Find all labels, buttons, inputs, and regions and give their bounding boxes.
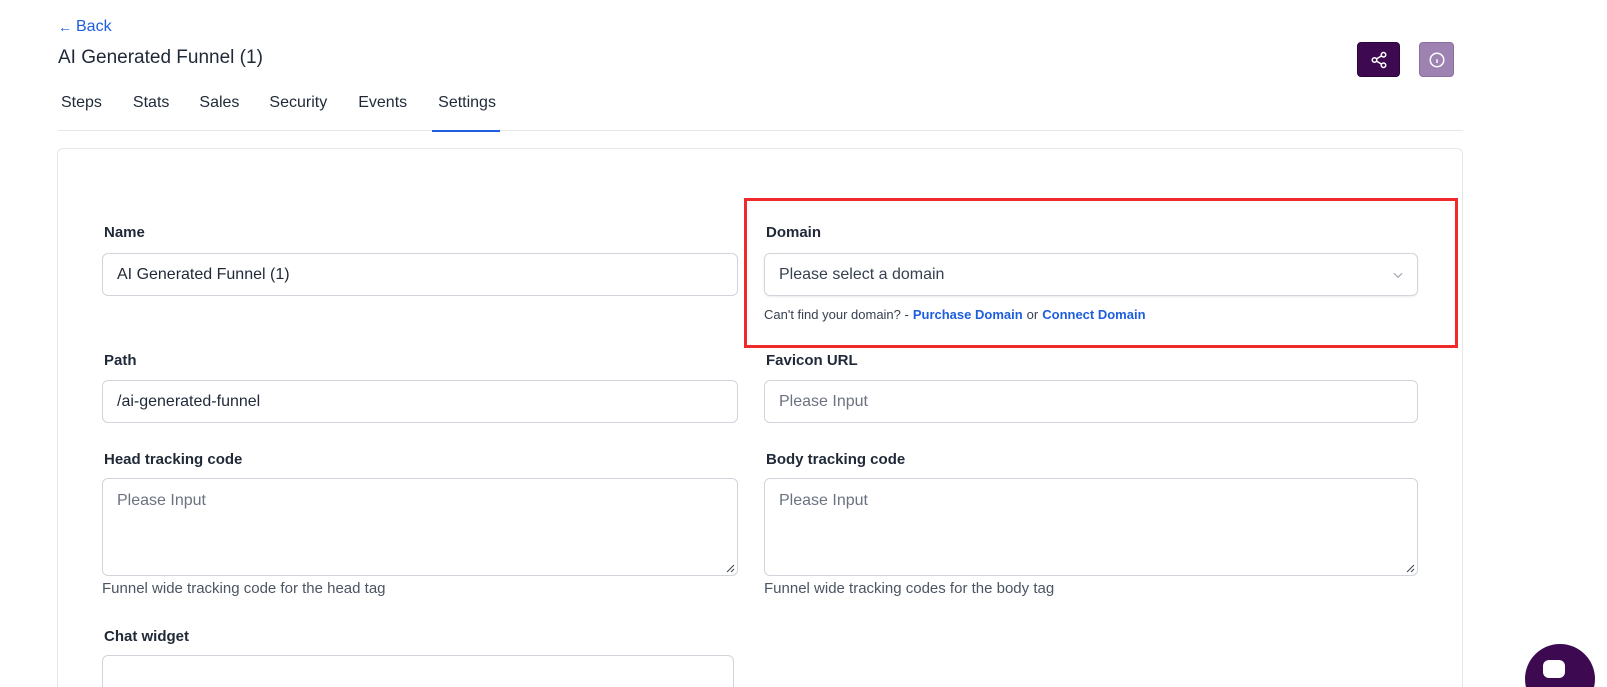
favicon-label: Favicon URL (766, 352, 858, 369)
resize-handle-icon[interactable] (725, 563, 735, 573)
share-button[interactable] (1357, 42, 1400, 77)
name-label: Name (104, 224, 145, 241)
head-tracking-textarea[interactable]: Please Input (102, 478, 738, 576)
back-label: Back (76, 18, 112, 35)
favicon-input-placeholder: Please Input (779, 392, 868, 410)
funnel-settings-page: ← Back AI Generated Funnel (1) Steps Sta… (0, 0, 1607, 687)
tab-steps[interactable]: Steps (61, 85, 102, 131)
page-title: AI Generated Funnel (1) (58, 47, 263, 68)
back-link[interactable]: ← Back (58, 18, 112, 36)
chat-icon (1543, 660, 1565, 678)
share-icon (1371, 51, 1386, 68)
head-tracking-help: Funnel wide tracking code for the head t… (102, 580, 386, 597)
chat-widget-label: Chat widget (104, 628, 189, 645)
body-tracking-textarea[interactable]: Please Input (764, 478, 1418, 576)
body-tracking-placeholder: Please Input (779, 492, 868, 509)
chat-widget-select[interactable] (102, 655, 734, 687)
path-input-value: /ai-generated-funnel (117, 392, 261, 410)
name-input-value: AI Generated Funnel (1) (117, 265, 290, 283)
arrow-left-icon: ← (58, 19, 72, 35)
path-input[interactable]: /ai-generated-funnel (102, 380, 738, 423)
body-tracking-label: Body tracking code (766, 451, 906, 468)
head-tracking-label: Head tracking code (104, 451, 243, 468)
info-icon (1429, 52, 1444, 67)
tab-stats[interactable]: Stats (133, 85, 169, 131)
tab-bar: Steps Stats Sales Security Events Settin… (58, 85, 1463, 132)
domain-highlight-box (744, 198, 1458, 348)
resize-handle-icon[interactable] (1405, 563, 1415, 573)
tab-events[interactable]: Events (358, 85, 407, 131)
head-tracking-placeholder: Please Input (117, 492, 206, 509)
info-button[interactable] (1419, 42, 1454, 77)
tab-settings[interactable]: Settings (432, 85, 500, 132)
favicon-input[interactable]: Please Input (764, 380, 1418, 423)
path-label: Path (104, 352, 137, 369)
body-tracking-help: Funnel wide tracking codes for the body … (764, 580, 1055, 597)
tab-security[interactable]: Security (269, 85, 327, 131)
chat-launcher-button[interactable] (1525, 644, 1595, 687)
name-input[interactable]: AI Generated Funnel (1) (102, 253, 738, 296)
tab-sales[interactable]: Sales (199, 85, 239, 131)
